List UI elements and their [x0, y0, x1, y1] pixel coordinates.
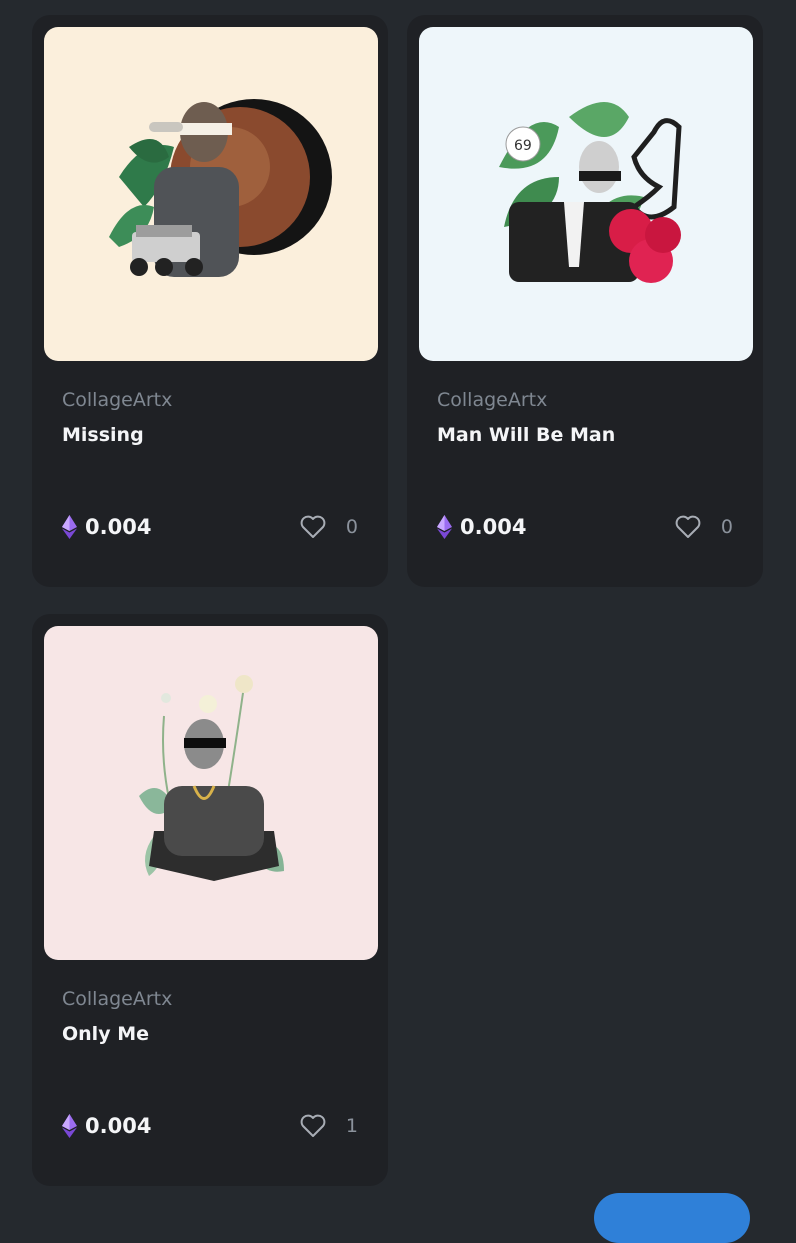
- like-button[interactable]: 0: [675, 515, 733, 539]
- svg-text:69: 69: [514, 138, 532, 154]
- ethereum-icon: [437, 515, 452, 539]
- like-count: 0: [345, 516, 358, 538]
- nft-card[interactable]: CollageArtx Only Me 0.004 1: [32, 614, 388, 1186]
- nft-title[interactable]: Only Me: [62, 1023, 149, 1045]
- nft-card[interactable]: CollageArtx Missing 0.004 0: [32, 15, 388, 587]
- like-button[interactable]: 0: [300, 515, 358, 539]
- ethereum-icon: [62, 1114, 77, 1138]
- like-button[interactable]: 1: [300, 1114, 358, 1138]
- ethereum-icon: [62, 515, 77, 539]
- nft-price: 0.004: [62, 1114, 151, 1138]
- nft-title[interactable]: Missing: [62, 424, 144, 446]
- heart-outline-icon[interactable]: [300, 515, 326, 539]
- price-value: 0.004: [85, 1114, 152, 1138]
- price-value: 0.004: [460, 515, 527, 539]
- floating-action-button[interactable]: [594, 1193, 750, 1243]
- like-count: 1: [345, 1115, 358, 1137]
- price-value: 0.004: [85, 515, 152, 539]
- nft-card[interactable]: 69 CollageArtx Man Will Be Man 0.004 0: [407, 15, 763, 587]
- heart-outline-icon[interactable]: [675, 515, 701, 539]
- creator-name[interactable]: CollageArtx: [437, 389, 547, 411]
- nft-artwork[interactable]: [44, 27, 378, 361]
- nft-artwork[interactable]: 69: [419, 27, 753, 361]
- heart-outline-icon[interactable]: [300, 1114, 326, 1138]
- nft-price: 0.004: [437, 515, 526, 539]
- nft-artwork[interactable]: [44, 626, 378, 960]
- nft-price: 0.004: [62, 515, 151, 539]
- nft-title[interactable]: Man Will Be Man: [437, 424, 615, 446]
- creator-name[interactable]: CollageArtx: [62, 389, 172, 411]
- like-count: 0: [720, 516, 733, 538]
- creator-name[interactable]: CollageArtx: [62, 988, 172, 1010]
